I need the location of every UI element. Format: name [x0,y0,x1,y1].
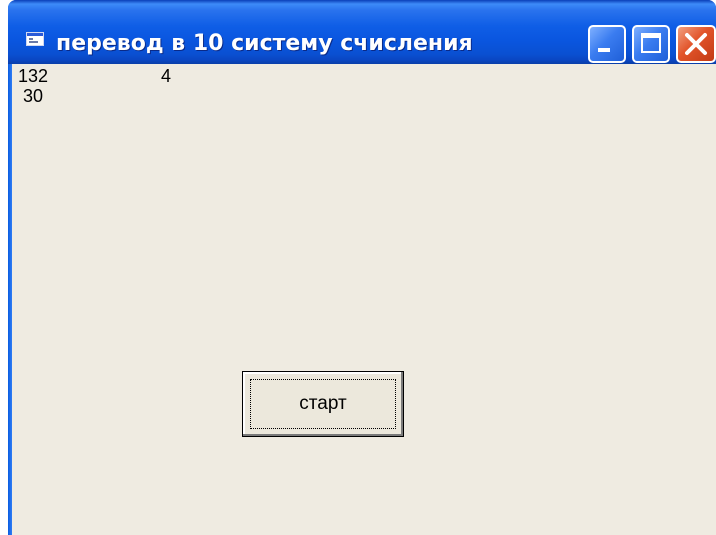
form-icon [26,32,44,46]
close-button[interactable] [676,25,716,63]
window-title: перевод в 10 систему счисления [56,31,473,56]
app-window: перевод в 10 систему счисления 132 4 30 … [8,0,716,535]
title-bar[interactable]: перевод в 10 систему счисления [8,0,716,64]
output-value-1: 132 [18,66,49,86]
minimize-button[interactable] [588,25,626,63]
start-button[interactable]: старт [242,371,404,437]
minimize-icon [598,48,610,52]
close-icon [685,33,707,55]
start-button-label: старт [250,379,396,429]
maximize-icon [641,33,661,53]
output-base: 4 [161,66,172,86]
output-value-2: 30 [23,86,44,106]
maximize-button[interactable] [632,25,670,63]
form-client-area: 132 4 30 старт [12,64,716,535]
